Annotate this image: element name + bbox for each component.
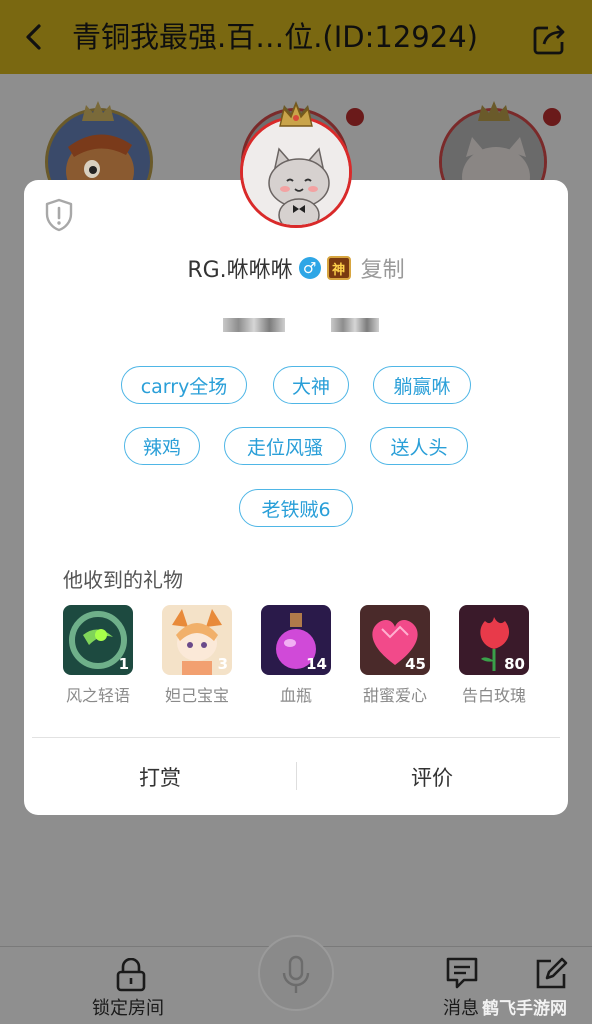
gift-label: 血瓶 (279, 686, 312, 705)
gift-rose-icon: 80 (459, 605, 529, 675)
profile-name: RG.咻咻咻 (187, 258, 293, 283)
share-icon[interactable] (532, 22, 568, 56)
reward-button[interactable]: 打赏 (90, 762, 230, 792)
tag-chip[interactable]: 大神 (273, 366, 349, 404)
crown-icon (478, 101, 510, 121)
header-bar: 青铜我最强.百…位.(ID:12924) (0, 0, 592, 74)
tag-chip[interactable]: 躺赢咻 (373, 366, 471, 404)
tag-chip[interactable]: carry全场 (121, 366, 247, 404)
back-arrow-icon[interactable] (20, 22, 50, 52)
message-icon[interactable] (444, 956, 480, 990)
gift-label: 甜蜜爱心 (362, 686, 427, 705)
gift-count: 45 (405, 655, 426, 673)
remove-seat-icon[interactable] (346, 108, 364, 126)
divider (32, 737, 560, 738)
gift-count: 80 (504, 655, 525, 673)
blurred-info (331, 318, 379, 332)
lock-icon[interactable] (112, 958, 150, 992)
tag-chip[interactable]: 辣鸡 (124, 427, 200, 465)
crown-icon (82, 101, 114, 121)
gift-daji-baby-icon: 3 (162, 605, 232, 675)
remove-seat-icon[interactable] (543, 108, 561, 126)
gift-label: 告白玫瑰 (461, 686, 526, 705)
edit-icon[interactable] (533, 956, 569, 992)
profile-name-row: RG.咻咻咻 ♂ 神 复制 (0, 252, 592, 284)
watermark: 鹤飞手游网 (482, 999, 567, 1019)
tag-chip[interactable]: 老铁贼6 (239, 489, 353, 527)
gift-count: 3 (217, 655, 228, 673)
tag-chip[interactable]: 送人头 (370, 427, 468, 465)
tag-chip[interactable]: 走位风骚 (224, 427, 346, 465)
lock-room-label[interactable]: 锁定房间 (92, 994, 164, 1020)
report-shield-icon[interactable] (44, 198, 74, 232)
blurred-info (223, 318, 285, 332)
gift-count: 14 (306, 655, 327, 673)
button-separator (296, 762, 297, 790)
message-label[interactable]: 消息 (443, 994, 479, 1020)
copy-button[interactable]: 复制 (361, 252, 405, 284)
rank-badge-icon: 神 (326, 256, 351, 280)
profile-avatar (240, 116, 352, 228)
gifts-title: 他收到的礼物 (63, 568, 183, 592)
gift-count: 1 (118, 655, 129, 673)
gift-label: 妲己宝宝 (164, 686, 229, 705)
crown-icon (279, 102, 313, 127)
male-gender-icon: ♂ (298, 257, 321, 279)
gift-label: 风之轻语 (65, 686, 130, 705)
gift-sweet-heart-icon: 45 (360, 605, 430, 675)
room-title: 青铜我最强.百…位.(ID:12924) (72, 20, 478, 54)
gift-potion-icon: 14 (261, 605, 331, 675)
gift-wind-whisper-icon: 1 (63, 605, 133, 675)
microphone-icon[interactable] (280, 955, 312, 997)
review-button[interactable]: 评价 (362, 762, 502, 792)
